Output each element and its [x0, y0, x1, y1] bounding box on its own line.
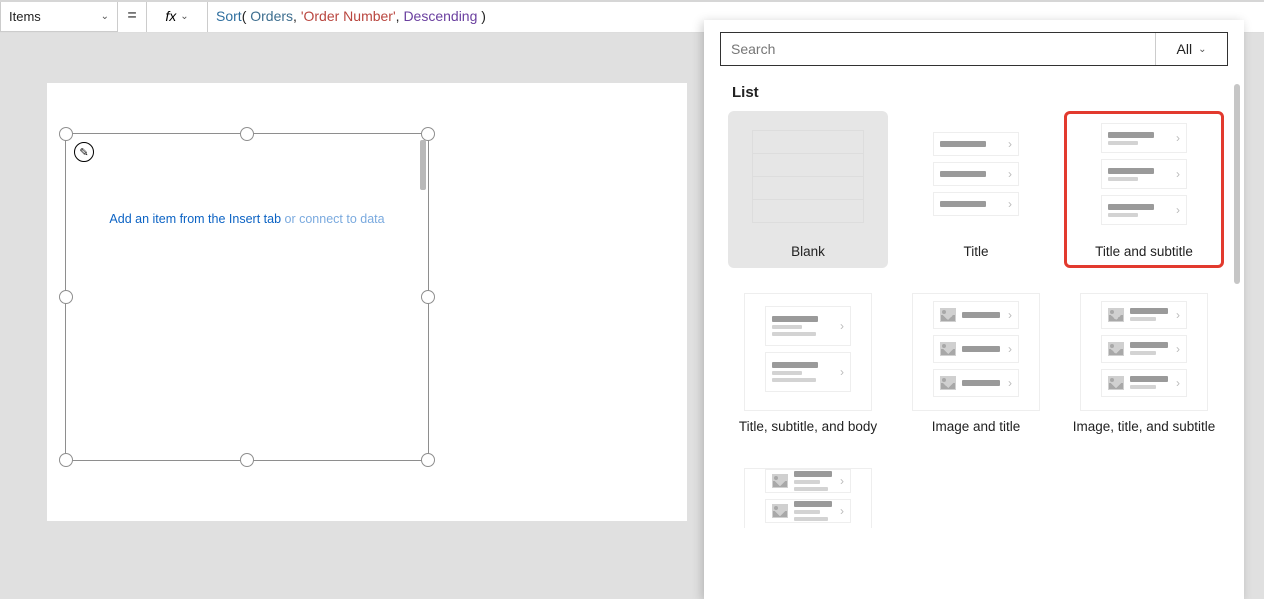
card-label: Title [963, 244, 988, 261]
chevron-right-icon: › [1176, 376, 1180, 390]
resize-handle[interactable] [240, 453, 254, 467]
card-label: Title and subtitle [1095, 244, 1193, 261]
layout-card-title[interactable]: › › › Title [896, 111, 1056, 268]
layout-card-blank[interactable]: Blank [728, 111, 888, 268]
card-label: Blank [791, 244, 825, 261]
formula-token: Orders [250, 8, 293, 24]
formula-token: , [293, 8, 301, 24]
chevron-right-icon: › [1008, 308, 1012, 322]
layout-thumb: › › › [1080, 118, 1208, 236]
property-dropdown-label: Items [9, 9, 41, 24]
chevron-right-icon: › [1008, 167, 1012, 181]
layout-card-image-title[interactable]: › › › Image and title [896, 286, 1056, 443]
chevron-right-icon: › [1176, 131, 1180, 145]
image-icon [1108, 342, 1124, 356]
layout-grid: Blank › › › Title › › › Title and subtit… [728, 111, 1228, 531]
chevron-right-icon: › [1008, 376, 1012, 390]
image-icon [772, 474, 788, 488]
fx-dropdown[interactable]: fx ⌄ [146, 0, 208, 32]
property-dropdown[interactable]: Items ⌄ [0, 0, 118, 32]
image-icon [1108, 308, 1124, 322]
resize-handle[interactable] [421, 453, 435, 467]
card-label: Image, title, and subtitle [1073, 419, 1216, 436]
formula-token: , [396, 8, 404, 24]
search-box: All ⌄ [720, 32, 1228, 66]
resize-handle[interactable] [59, 127, 73, 141]
edit-pencil-icon[interactable]: ✎ [74, 142, 94, 162]
chevron-right-icon: › [1176, 308, 1180, 322]
chevron-down-icon: ⌄ [180, 11, 188, 22]
scrollbar[interactable] [420, 140, 426, 190]
search-row: All ⌄ [704, 20, 1244, 74]
chevron-right-icon: › [1008, 197, 1012, 211]
layout-card-partial[interactable]: › › [728, 461, 888, 531]
layout-card-title-subtitle[interactable]: › › › Title and subtitle [1064, 111, 1224, 268]
resize-handle[interactable] [421, 127, 435, 141]
chevron-down-icon: ⌄ [101, 11, 109, 22]
image-icon [772, 504, 788, 518]
panel-body: List Blank › › › Title › [704, 74, 1244, 599]
layout-thumb: › › › [1080, 293, 1208, 411]
chevron-right-icon: › [1008, 342, 1012, 356]
chevron-right-icon: › [840, 504, 844, 518]
formula-token: 'Order Number' [301, 8, 396, 24]
layout-thumb: › › [744, 293, 872, 411]
image-icon [940, 308, 956, 322]
layout-panel: All ⌄ List Blank › › › Title [704, 20, 1244, 599]
chevron-right-icon: › [1176, 167, 1180, 181]
resize-handle[interactable] [421, 290, 435, 304]
chevron-right-icon: › [1176, 203, 1180, 217]
layout-thumb: › › › [912, 293, 1040, 411]
layout-card-image-title-subtitle[interactable]: › › › Image, title, and subtitle [1064, 286, 1224, 443]
app-top-border [0, 0, 1264, 2]
chevron-right-icon: › [1176, 342, 1180, 356]
layout-thumb: › › › [912, 118, 1040, 236]
layout-thumb [744, 118, 872, 236]
filter-dropdown[interactable]: All ⌄ [1155, 33, 1227, 65]
selected-gallery-control[interactable]: ✎ Add an item from the Insert tab or con… [65, 133, 429, 461]
scrollbar[interactable] [1234, 84, 1240, 284]
image-icon [940, 376, 956, 390]
resize-handle[interactable] [59, 453, 73, 467]
resize-handle[interactable] [59, 290, 73, 304]
chevron-right-icon: › [840, 474, 844, 488]
filter-dropdown-label: All [1177, 41, 1193, 57]
card-label: Title, subtitle, and body [739, 419, 877, 436]
chevron-right-icon: › [840, 319, 844, 333]
formula-token: Descending [403, 8, 477, 24]
equals-sign: = [118, 0, 146, 32]
section-title: List [732, 84, 1228, 101]
image-icon [940, 342, 956, 356]
fx-label: fx [165, 8, 176, 24]
connect-data-link[interactable]: or connect to data [285, 212, 385, 226]
layout-card-title-subtitle-body[interactable]: › › Title, subtitle, and body [728, 286, 888, 443]
search-input[interactable] [721, 33, 1155, 65]
resize-handle[interactable] [240, 127, 254, 141]
chevron-down-icon: ⌄ [1198, 44, 1206, 55]
formula-token: Sort [216, 8, 242, 24]
layout-thumb: › › [744, 468, 872, 530]
image-icon [1108, 376, 1124, 390]
card-label: Image and title [932, 419, 1021, 436]
chevron-right-icon: › [840, 365, 844, 379]
insert-link[interactable]: Add an item from the Insert tab [109, 212, 284, 226]
gallery-placeholder: Add an item from the Insert tab or conne… [66, 212, 428, 226]
chevron-right-icon: › [1008, 137, 1012, 151]
formula-token: ( [242, 8, 251, 24]
formula-token: ) [477, 8, 486, 24]
